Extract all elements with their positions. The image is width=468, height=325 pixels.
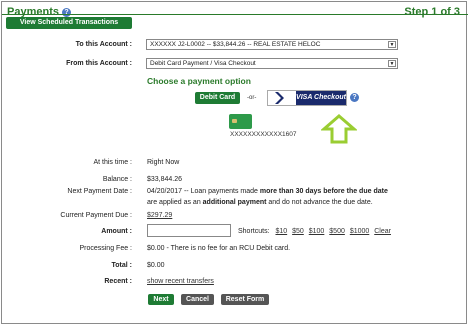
- chevron-down-icon[interactable]: ▼: [388, 41, 396, 48]
- cancel-button[interactable]: Cancel: [181, 294, 214, 305]
- from-account-label: From this Account :: [66, 60, 132, 67]
- reset-form-button[interactable]: Reset Form: [221, 294, 269, 305]
- shortcut-10-link[interactable]: $10: [275, 228, 287, 235]
- to-account-select[interactable]: XXXXXX J2-L0002 -- $33,844.26 -- REAL ES…: [146, 39, 398, 50]
- to-account-value: XXXXXX J2-L0002 -- $33,844.26 -- REAL ES…: [150, 41, 321, 48]
- visa-checkout-button[interactable]: VISA Checkout: [267, 90, 347, 106]
- current-payment-due-label: Current Payment Due :: [60, 212, 132, 219]
- debit-card-button[interactable]: Debit Card: [195, 92, 240, 104]
- clear-link[interactable]: Clear: [374, 228, 391, 235]
- at-this-time-label: At this time :: [93, 159, 132, 166]
- amount-label: Amount :: [101, 228, 132, 235]
- total-value: $0.00: [147, 262, 165, 269]
- shortcuts-label: Shortcuts:: [238, 228, 270, 235]
- from-account-select[interactable]: Debit Card Payment / Visa Checkout ▼: [146, 58, 398, 69]
- next-payment-date-line2: are applied as an additional payment and…: [147, 199, 373, 206]
- debit-card-image: [229, 114, 252, 129]
- payments-panel: Payments ? Step 1 of 3 View Scheduled Tr…: [1, 1, 468, 324]
- next-button[interactable]: Next: [148, 294, 174, 305]
- shortcut-50-link[interactable]: $50: [292, 228, 304, 235]
- shortcut-100-link[interactable]: $100: [309, 228, 325, 235]
- header-divider: [2, 14, 468, 15]
- show-recent-transfers-link[interactable]: show recent transfers: [147, 278, 214, 285]
- next-payment-date-line1: 04/20/2017 -- Loan payments made more th…: [147, 188, 388, 195]
- to-account-label: To this Account :: [75, 41, 132, 48]
- processing-fee-label: Processing Fee :: [79, 245, 132, 252]
- shortcuts-row: Shortcuts: $10 $50 $100 $500 $1000 Clear: [238, 228, 391, 235]
- shortcut-1000-link[interactable]: $1000: [350, 228, 369, 235]
- recent-label: Recent :: [104, 278, 132, 285]
- chevron-down-icon[interactable]: ▼: [388, 60, 396, 67]
- next-payment-date-label: Next Payment Date :: [67, 188, 132, 195]
- view-scheduled-transactions-button[interactable]: View Scheduled Transactions: [6, 17, 132, 29]
- or-text: -or-: [247, 95, 257, 101]
- card-number: XXXXXXXXXXXX1607: [230, 131, 297, 138]
- help-icon[interactable]: ?: [62, 7, 72, 17]
- amount-input[interactable]: [147, 224, 231, 237]
- from-account-value: Debit Card Payment / Visa Checkout: [150, 60, 256, 67]
- visa-checkout-label: VISA Checkout: [296, 91, 346, 105]
- help-icon[interactable]: ?: [350, 93, 359, 102]
- arrow-up-icon: [319, 114, 359, 144]
- total-label: Total :: [111, 262, 132, 269]
- step-indicator: Step 1 of 3: [404, 6, 460, 18]
- balance-value: $33,844.26: [147, 176, 183, 183]
- payment-option-heading: Choose a payment option: [147, 76, 251, 86]
- processing-fee-value: $0.00 - There is no fee for an RCU Debit…: [147, 245, 291, 252]
- shortcut-500-link[interactable]: $500: [329, 228, 345, 235]
- current-payment-due-link[interactable]: $297.29: [147, 212, 172, 219]
- balance-label: Balance :: [102, 176, 132, 183]
- visa-chevron-icon: [268, 91, 296, 105]
- at-this-time-value: Right Now: [147, 159, 180, 166]
